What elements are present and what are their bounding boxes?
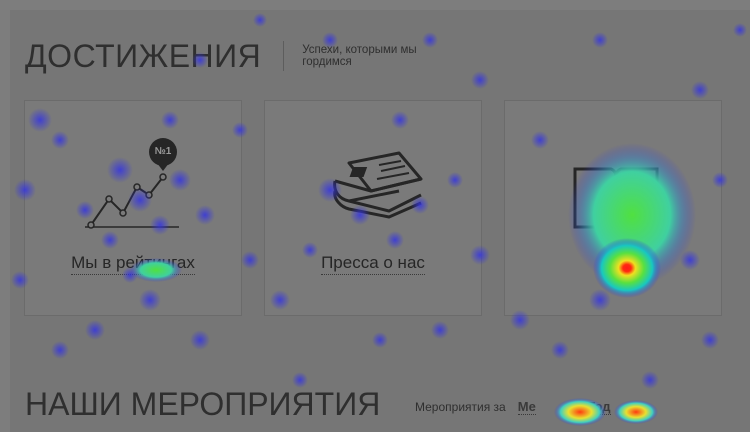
events-period-selector: Мероприятия за Ме Год	[415, 399, 611, 415]
period-option-year[interactable]: Год	[587, 399, 611, 415]
achievements-subtitle: Успехи, которыми мы гордимся	[302, 44, 417, 68]
book-icon	[573, 167, 659, 236]
card-press[interactable]: Пресса о нас	[264, 100, 482, 316]
events-title: НАШИ МЕРОПРИЯТИЯ	[25, 386, 381, 422]
newspaper-icon	[333, 151, 423, 219]
achievements-title: ДОСТИЖЕНИЯ	[25, 38, 262, 74]
period-option-month[interactable]: Ме	[517, 399, 536, 415]
achievement-cards: №1 Мы в рейтингах Пресса о нас	[24, 100, 722, 316]
card-ratings[interactable]: №1 Мы в рейтингах	[24, 100, 242, 316]
card-label-ratings[interactable]: Мы в рейтингах	[25, 253, 241, 275]
card-label-ratings-text[interactable]: Мы в рейтингах	[71, 253, 195, 275]
card-book[interactable]	[504, 100, 722, 316]
card-label-press-text[interactable]: Пресса о нас	[321, 253, 425, 275]
title-divider	[283, 41, 285, 71]
achievements-header: ДОСТИЖЕНИЯ Успехи, которыми мы гордимся	[25, 40, 432, 72]
rating-badge: №1	[154, 146, 172, 157]
events-period-label: Мероприятия за	[415, 400, 506, 414]
card-label-press[interactable]: Пресса о нас	[265, 253, 481, 275]
